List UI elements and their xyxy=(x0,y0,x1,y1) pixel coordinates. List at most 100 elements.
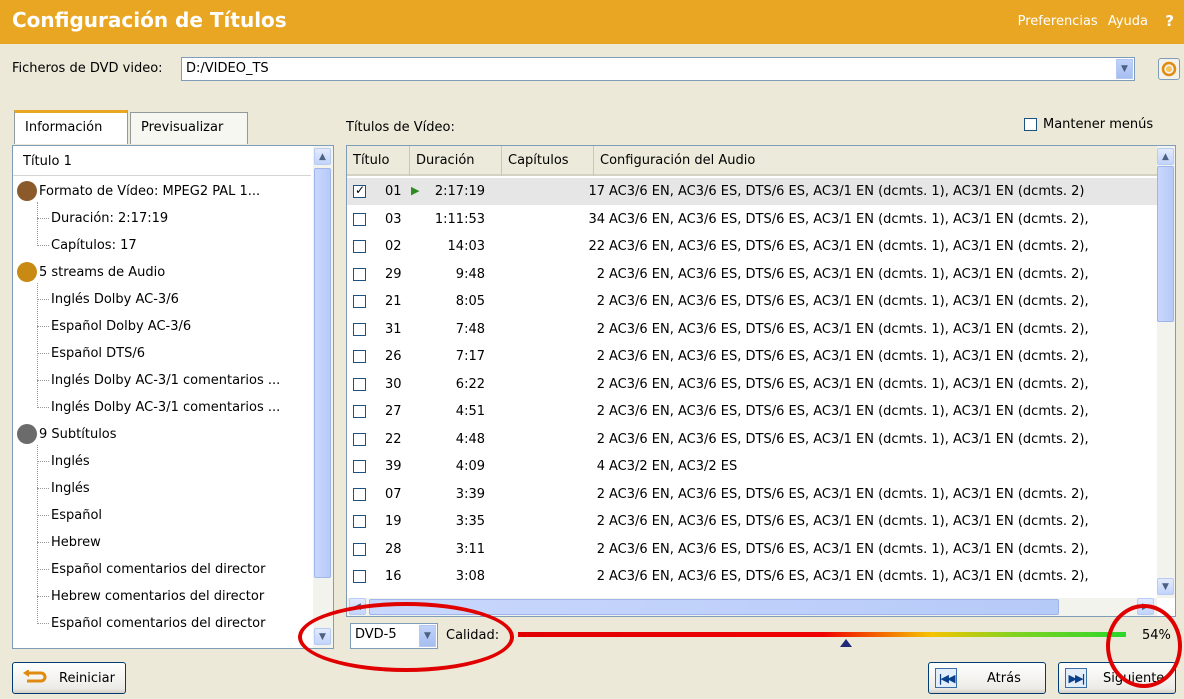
tree-label: Español xyxy=(51,508,103,523)
table-row[interactable]: 02 14:03 22 AC3/6 EN, AC3/6 ES, DTS/6 ES, A… xyxy=(347,233,1157,260)
help-icon[interactable]: ? xyxy=(1165,12,1174,30)
annotation-ellipse-quality xyxy=(298,602,514,672)
row-checkbox[interactable] xyxy=(353,350,366,363)
help-link[interactable]: Ayuda xyxy=(1108,14,1148,29)
reset-button[interactable]: Reiniciar xyxy=(12,662,126,694)
tree-label: Español DTS/6 xyxy=(51,346,145,361)
cell-chapters: 17 xyxy=(588,184,605,199)
cell-duration: 7:17 xyxy=(455,349,485,364)
cell-chapters: 2 xyxy=(596,349,605,364)
row-checkbox[interactable] xyxy=(353,267,366,281)
tree-guide-line xyxy=(37,202,38,244)
play-icon: ▶ xyxy=(411,184,420,197)
table-row[interactable]: 07 3:39 2 AC3/6 EN, AC3/6 ES, DTS/6 ES, AC3… xyxy=(347,481,1157,508)
checkbox[interactable] xyxy=(1024,118,1037,131)
tree-label: Español comentarios del director xyxy=(51,616,266,631)
cell-audio: AC3/2 EN, AC3/2 ES xyxy=(609,459,738,474)
scroll-thumb[interactable] xyxy=(314,168,331,578)
tree-label: Inglés Dolby AC-3/1 comentarios ... xyxy=(51,400,281,415)
title-bar: Configuración de Títulos Preferencias Ay… xyxy=(0,0,1184,44)
scroll-down-icon[interactable]: ▼ xyxy=(1157,578,1174,595)
skip-back-icon: |◀◀ xyxy=(935,668,957,688)
titles-vscrollbar[interactable]: ▲ ▼ xyxy=(1157,146,1175,598)
table-row[interactable]: 39 4:09 4 AC3/2 EN, AC3/2 ES xyxy=(347,453,1157,480)
table-row[interactable]: 28 3:11 2 AC3/6 EN, AC3/6 ES, DTS/6 ES, AC3… xyxy=(347,536,1157,563)
cell-chapters: 2 xyxy=(596,404,605,419)
tree-connector xyxy=(37,488,49,489)
row-checkbox[interactable] xyxy=(353,487,366,501)
cell-title: 21 xyxy=(385,294,402,309)
cell-audio: AC3/6 EN, AC3/6 ES, DTS/6 ES, AC3/1 EN (… xyxy=(609,541,1089,557)
column-header-titulo[interactable]: Título xyxy=(347,146,410,176)
row-checkbox[interactable] xyxy=(353,432,366,446)
row-checkbox[interactable] xyxy=(353,542,366,556)
row-checkbox[interactable] xyxy=(353,460,366,473)
scroll-thumb[interactable] xyxy=(1157,166,1174,322)
cell-title: 07 xyxy=(385,486,402,502)
speaker-icon xyxy=(17,262,37,282)
dvd-path-combo[interactable]: D:/VIDEO_TS ▼ xyxy=(181,57,1135,81)
table-row[interactable]: 16 3:08 2 AC3/6 EN, AC3/6 ES, DTS/6 ES, AC3… xyxy=(347,563,1157,590)
table-row[interactable]: 31 7:48 2 AC3/6 EN, AC3/6 ES, DTS/6 ES, AC3… xyxy=(347,316,1157,343)
cell-duration: 8:05 xyxy=(455,294,485,309)
column-header-duracion[interactable]: Duración xyxy=(410,146,502,176)
column-header-capitulos[interactable]: Capítulos xyxy=(502,146,594,176)
row-checkbox[interactable] xyxy=(353,240,366,253)
refresh-button[interactable] xyxy=(1158,58,1180,80)
preferences-link[interactable]: Preferencias xyxy=(1018,14,1098,29)
table-row[interactable]: 22 4:48 2 AC3/6 EN, AC3/6 ES, DTS/6 ES, AC3… xyxy=(347,426,1157,453)
cell-title: 19 xyxy=(385,514,402,529)
cell-title: 16 xyxy=(385,569,402,584)
cell-duration: 4:48 xyxy=(455,431,485,447)
cell-duration: 1:11:53 xyxy=(434,211,485,227)
files-row: Ficheros de DVD video: D:/VIDEO_TS ▼ xyxy=(0,44,1184,98)
table-row[interactable]: 03 1:11:53 34 AC3/6 EN, AC3/6 ES, DTS/6 ES,… xyxy=(347,206,1157,233)
cell-title: 39 xyxy=(385,459,402,474)
row-checkbox[interactable] xyxy=(353,405,366,418)
quality-bar xyxy=(518,632,1126,637)
back-button[interactable]: |◀◀ Atrás xyxy=(928,662,1046,694)
scroll-up-icon[interactable]: ▲ xyxy=(314,148,331,165)
tree-guide-line xyxy=(37,445,38,622)
info-tree-scrollbar[interactable]: ▲ ▼ xyxy=(313,146,333,648)
table-row[interactable]: 21 8:05 2 AC3/6 EN, AC3/6 ES, DTS/6 ES, AC3… xyxy=(347,288,1157,315)
row-checkbox[interactable] xyxy=(353,322,366,336)
table-row[interactable]: 19 3:35 2 AC3/6 EN, AC3/6 ES, DTS/6 ES, AC3… xyxy=(347,508,1157,535)
cell-chapters: 34 xyxy=(588,211,605,227)
table-row[interactable]: 30 6:22 2 AC3/6 EN, AC3/6 ES, DTS/6 ES, AC3… xyxy=(347,371,1157,398)
cell-chapters: 2 xyxy=(596,541,605,557)
tree-connector xyxy=(37,407,49,408)
cell-duration: 3:39 xyxy=(455,486,485,502)
scroll-up-icon[interactable]: ▲ xyxy=(1157,148,1174,165)
column-header-audio[interactable]: Configuración del Audio xyxy=(594,146,1157,176)
tree-guide-line xyxy=(37,283,38,406)
row-checkbox[interactable] xyxy=(353,295,366,308)
table-row[interactable]: 01 ▶ 2:17:19 17 AC3/6 EN, AC3/6 ES, DTS/6 ES… xyxy=(347,178,1157,205)
tree-label: 5 streams de Audio xyxy=(39,265,166,280)
row-checkbox[interactable] xyxy=(353,183,366,198)
chevron-down-icon[interactable]: ▼ xyxy=(1116,59,1133,79)
tree-connector xyxy=(37,623,49,624)
tree-label: Duración: 2:17:19 xyxy=(51,211,169,226)
table-row[interactable]: 26 7:17 2 AC3/6 EN, AC3/6 ES, DTS/6 ES, AC3… xyxy=(347,343,1157,370)
cell-duration: 6:22 xyxy=(455,376,485,392)
tree-label: Español Dolby AC-3/6 xyxy=(51,319,192,334)
row-checkbox[interactable] xyxy=(353,212,366,226)
keep-menus-checkbox[interactable]: Mantener menús xyxy=(1024,117,1153,132)
row-checkbox[interactable] xyxy=(353,515,366,528)
table-row[interactable]: 29 9:48 2 AC3/6 EN, AC3/6 ES, DTS/6 ES, AC3… xyxy=(347,261,1157,288)
cell-duration: 3:08 xyxy=(455,569,485,584)
tab-informacion[interactable]: Información xyxy=(14,110,128,144)
tab-previsualizar[interactable]: Previsualizar xyxy=(130,112,248,144)
tree-label: 9 Subtítulos xyxy=(39,427,117,442)
cell-title: 03 xyxy=(385,211,402,227)
tree-connector xyxy=(37,326,49,327)
cell-audio: AC3/6 EN, AC3/6 ES, DTS/6 ES, AC3/1 EN (… xyxy=(609,376,1089,392)
table-row[interactable]: 27 4:51 2 AC3/6 EN, AC3/6 ES, DTS/6 ES, AC3… xyxy=(347,398,1157,425)
cell-duration: 2:17:19 xyxy=(434,184,485,199)
quality-marker-icon[interactable] xyxy=(840,639,853,647)
row-checkbox[interactable] xyxy=(353,377,366,391)
tree-connector xyxy=(37,542,49,543)
row-checkbox[interactable] xyxy=(353,570,366,583)
tree-connector xyxy=(37,380,49,381)
